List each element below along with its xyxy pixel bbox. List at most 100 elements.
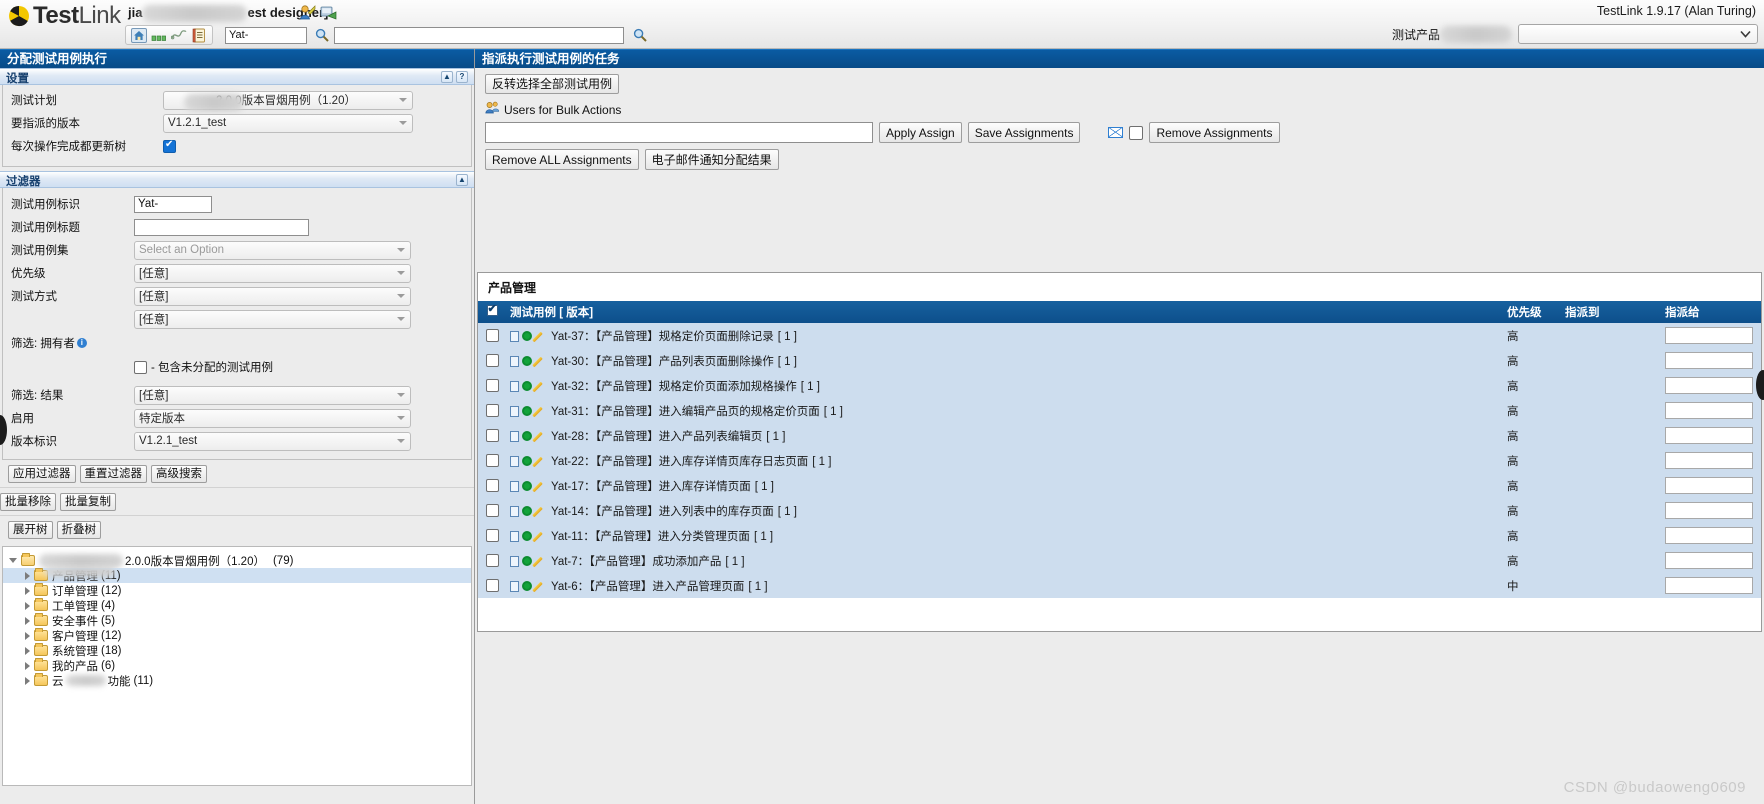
search-icon[interactable] xyxy=(315,28,329,42)
table-row[interactable]: Yat-32：【产品管理】规格定价页面添加规格操作[ 1 ] 高 xyxy=(478,373,1761,398)
execute-icon[interactable] xyxy=(522,531,532,542)
column-header-testcase[interactable]: 测试用例 [ 版本] xyxy=(506,301,1503,323)
remove-assignments-button[interactable]: Remove Assignments xyxy=(1149,122,1280,143)
assign-to-input[interactable] xyxy=(1665,502,1753,519)
filter-enable-select[interactable]: 特定版本 xyxy=(134,408,411,428)
assign-to-input[interactable] xyxy=(1665,577,1753,594)
table-row[interactable]: Yat-6：【产品管理】进入产品管理页面[ 1 ] 中 xyxy=(478,573,1761,598)
collapse-tree-button[interactable]: 折叠树 xyxy=(56,521,101,539)
logout-icon[interactable] xyxy=(320,4,337,21)
tree-node-system[interactable]: 系统管理 (18) xyxy=(3,643,471,658)
table-row[interactable]: Yat-7：【产品管理】成功添加产品[ 1 ] 高 xyxy=(478,548,1761,573)
execute-icon[interactable] xyxy=(522,431,532,442)
target-build-select[interactable]: V1.2.1_test xyxy=(163,113,413,133)
edit-icon[interactable] xyxy=(535,480,547,492)
spec-icon[interactable] xyxy=(510,530,519,542)
chevron-right-icon[interactable] xyxy=(25,616,30,625)
table-row[interactable]: Yat-30：【产品管理】产品列表页面删除操作[ 1 ] 高 xyxy=(478,348,1761,373)
edit-icon[interactable] xyxy=(535,330,547,342)
edit-icon[interactable] xyxy=(535,530,547,542)
mail-icon[interactable] xyxy=(1108,127,1124,138)
assign-to-input[interactable] xyxy=(1665,427,1753,444)
edit-icon[interactable] xyxy=(535,580,547,592)
filter-priority-select[interactable]: [任意] xyxy=(134,263,411,283)
row-checkbox[interactable] xyxy=(485,379,499,392)
chevron-right-icon[interactable] xyxy=(25,661,30,670)
spec-icon[interactable] xyxy=(510,405,519,417)
update-tree-checkbox[interactable] xyxy=(163,139,176,153)
table-row[interactable]: Yat-22：【产品管理】进入库存详情页库存日志页面[ 1 ] 高 xyxy=(478,448,1761,473)
toolbar-prefix-input[interactable] xyxy=(225,26,307,44)
execute-icon[interactable] xyxy=(522,506,532,517)
assign-to-input[interactable] xyxy=(1665,327,1753,344)
spec-icon[interactable] xyxy=(510,555,519,567)
table-row[interactable]: Yat-11：【产品管理】进入分类管理页面[ 1 ] 高 xyxy=(478,523,1761,548)
assign-to-input[interactable] xyxy=(1665,402,1753,419)
filter-result-select[interactable]: [任意] xyxy=(134,385,411,405)
execute-icon[interactable] xyxy=(522,406,532,417)
assign-to-input[interactable] xyxy=(1665,352,1753,369)
tree-node-order-mgmt[interactable]: 订单管理 (12) xyxy=(3,583,471,598)
toolbar-search-input[interactable] xyxy=(334,26,624,44)
chevron-right-icon[interactable] xyxy=(25,631,30,640)
row-checkbox[interactable] xyxy=(485,404,499,417)
home-icon[interactable] xyxy=(130,27,148,44)
edit-icon[interactable] xyxy=(535,405,547,417)
app-logo[interactable]: TestLink xyxy=(8,2,121,30)
collapse-icon[interactable]: ▲ xyxy=(441,71,453,83)
include-unassigned-checkbox[interactable] xyxy=(134,360,147,374)
users-bulk-input[interactable] xyxy=(485,122,873,143)
execute-icon[interactable] xyxy=(522,381,532,392)
spec-icon[interactable] xyxy=(510,355,519,367)
user-profile-icon[interactable] xyxy=(299,4,316,21)
info-icon[interactable]: i xyxy=(76,338,87,348)
chevron-right-icon[interactable] xyxy=(25,646,30,655)
edit-icon[interactable] xyxy=(535,355,547,367)
filter-tc-title-input[interactable] xyxy=(134,218,309,236)
assign-to-input[interactable] xyxy=(1665,477,1753,494)
row-checkbox[interactable] xyxy=(485,554,499,567)
assign-to-input[interactable] xyxy=(1665,377,1753,394)
edit-icon[interactable] xyxy=(535,380,547,392)
tree-node-work-order[interactable]: 工单管理 (4) xyxy=(3,598,471,613)
execute-icon[interactable] xyxy=(522,356,532,367)
invert-selection-button[interactable]: 反转选择全部测试用例 xyxy=(485,74,620,94)
tree-node-product-mgmt[interactable]: 产品管理 (11) xyxy=(3,567,471,583)
chevron-right-icon[interactable] xyxy=(25,601,30,610)
chart-icon[interactable] xyxy=(150,27,168,44)
spec-icon[interactable] xyxy=(510,455,519,467)
row-checkbox[interactable] xyxy=(485,354,499,367)
column-header-priority[interactable]: 优先级 xyxy=(1503,301,1561,323)
spec-icon[interactable] xyxy=(510,330,519,342)
row-checkbox[interactable] xyxy=(485,579,499,592)
right-edge-handle[interactable] xyxy=(1756,370,1764,400)
spec-icon[interactable] xyxy=(510,480,519,492)
chevron-down-icon[interactable] xyxy=(9,558,17,563)
product-select[interactable] xyxy=(1518,24,1758,44)
reset-filter-button[interactable]: 重置过滤器 xyxy=(79,465,147,483)
filter-owner-select[interactable]: [任意] xyxy=(134,309,411,329)
apply-assign-button[interactable]: Apply Assign xyxy=(879,122,962,143)
spec-icon[interactable] xyxy=(510,580,519,592)
row-checkbox[interactable] xyxy=(485,504,499,517)
execute-icon[interactable] xyxy=(522,556,532,567)
edit-icon[interactable] xyxy=(535,505,547,517)
column-header-assign-to[interactable]: 指派给 xyxy=(1661,301,1761,323)
bulk-copy-button[interactable]: 批量复制 xyxy=(60,493,116,511)
column-header-assigned-to[interactable]: 指派到 xyxy=(1561,301,1661,323)
search-submit-icon[interactable] xyxy=(633,28,647,42)
edit-icon[interactable] xyxy=(535,430,547,442)
graph-icon[interactable] xyxy=(170,27,188,44)
execute-icon[interactable] xyxy=(522,456,532,467)
row-checkbox[interactable] xyxy=(485,529,499,542)
row-checkbox[interactable] xyxy=(485,429,499,442)
table-row[interactable]: Yat-37：【产品管理】规格定价页面删除记录[ 1 ] 高 xyxy=(478,323,1761,348)
collapse-icon[interactable]: ▲ xyxy=(456,174,468,186)
tree-node-security[interactable]: 安全事件 (5) xyxy=(3,613,471,628)
test-plan-select[interactable]: 2.0.0版本冒烟用例（1.20） xyxy=(163,90,413,111)
filter-tc-suite-select[interactable]: Select an Option xyxy=(134,240,411,260)
assign-to-input[interactable] xyxy=(1665,552,1753,569)
select-all-checkbox[interactable]: ✔ xyxy=(486,303,498,316)
chevron-right-icon[interactable] xyxy=(25,676,30,685)
row-checkbox[interactable] xyxy=(485,329,499,342)
